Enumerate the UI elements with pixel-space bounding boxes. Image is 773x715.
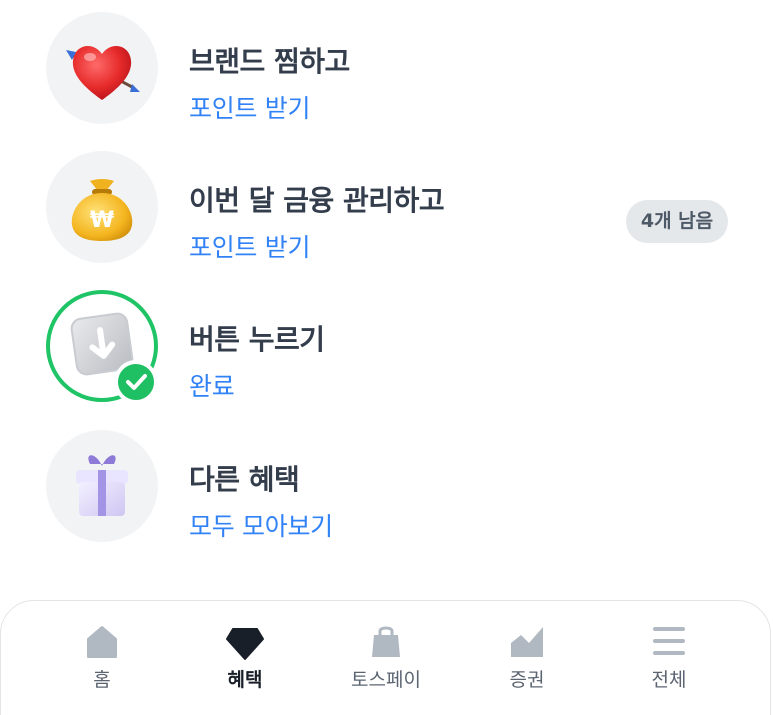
tab-benefits[interactable]: 혜택 [185, 601, 305, 715]
money-bag-icon: ₩ [46, 151, 158, 263]
benefit-subtitle: 포인트 받기 [189, 233, 311, 262]
stock-chart-icon [507, 621, 547, 661]
benefit-item-press-button[interactable]: 버튼 누르기 완료 [0, 290, 773, 410]
tab-all[interactable]: 전체 [609, 601, 729, 715]
benefit-item-other-benefits[interactable]: 다른 혜택 모두 모아보기 [0, 430, 773, 550]
benefits-screen: 브랜드 찜하고 포인트 받기 ₩ 이번 달 금융 관리하고 포인트 받기 4개 … [0, 0, 773, 715]
svg-text:₩: ₩ [90, 208, 114, 233]
benefit-subtitle: 모두 모아보기 [189, 512, 333, 541]
tab-label: 전체 [651, 669, 687, 691]
menu-icon [649, 621, 689, 661]
tab-label: 증권 [509, 669, 545, 691]
home-icon [82, 621, 122, 661]
gift-box-icon [46, 430, 158, 542]
bottom-tab-bar: 홈 혜택 토스페이 증권 전체 [0, 600, 771, 715]
benefit-title: 버튼 누르기 [189, 323, 325, 356]
benefit-status: 완료 [189, 372, 235, 401]
heart-arrow-icon [46, 12, 158, 124]
check-icon [114, 360, 158, 404]
benefit-title: 이번 달 금융 관리하고 [189, 184, 445, 217]
diamond-icon [225, 621, 265, 661]
tab-home[interactable]: 홈 [42, 601, 162, 715]
tab-label: 혜택 [227, 669, 263, 691]
remaining-count-badge: 4개 남음 [626, 200, 728, 243]
tab-label: 홈 [93, 669, 111, 691]
benefit-item-finance-management[interactable]: ₩ 이번 달 금융 관리하고 포인트 받기 4개 남음 [0, 151, 773, 271]
tab-toss-pay[interactable]: 토스페이 [326, 601, 446, 715]
benefit-item-brand-favorite[interactable]: 브랜드 찜하고 포인트 받기 [0, 12, 773, 132]
benefit-subtitle: 포인트 받기 [189, 94, 311, 123]
shopping-bag-icon [366, 621, 406, 661]
benefit-title: 브랜드 찜하고 [189, 45, 350, 78]
tab-securities[interactable]: 증권 [467, 601, 587, 715]
tab-label: 토스페이 [351, 669, 421, 691]
benefit-title: 다른 혜택 [189, 463, 300, 496]
